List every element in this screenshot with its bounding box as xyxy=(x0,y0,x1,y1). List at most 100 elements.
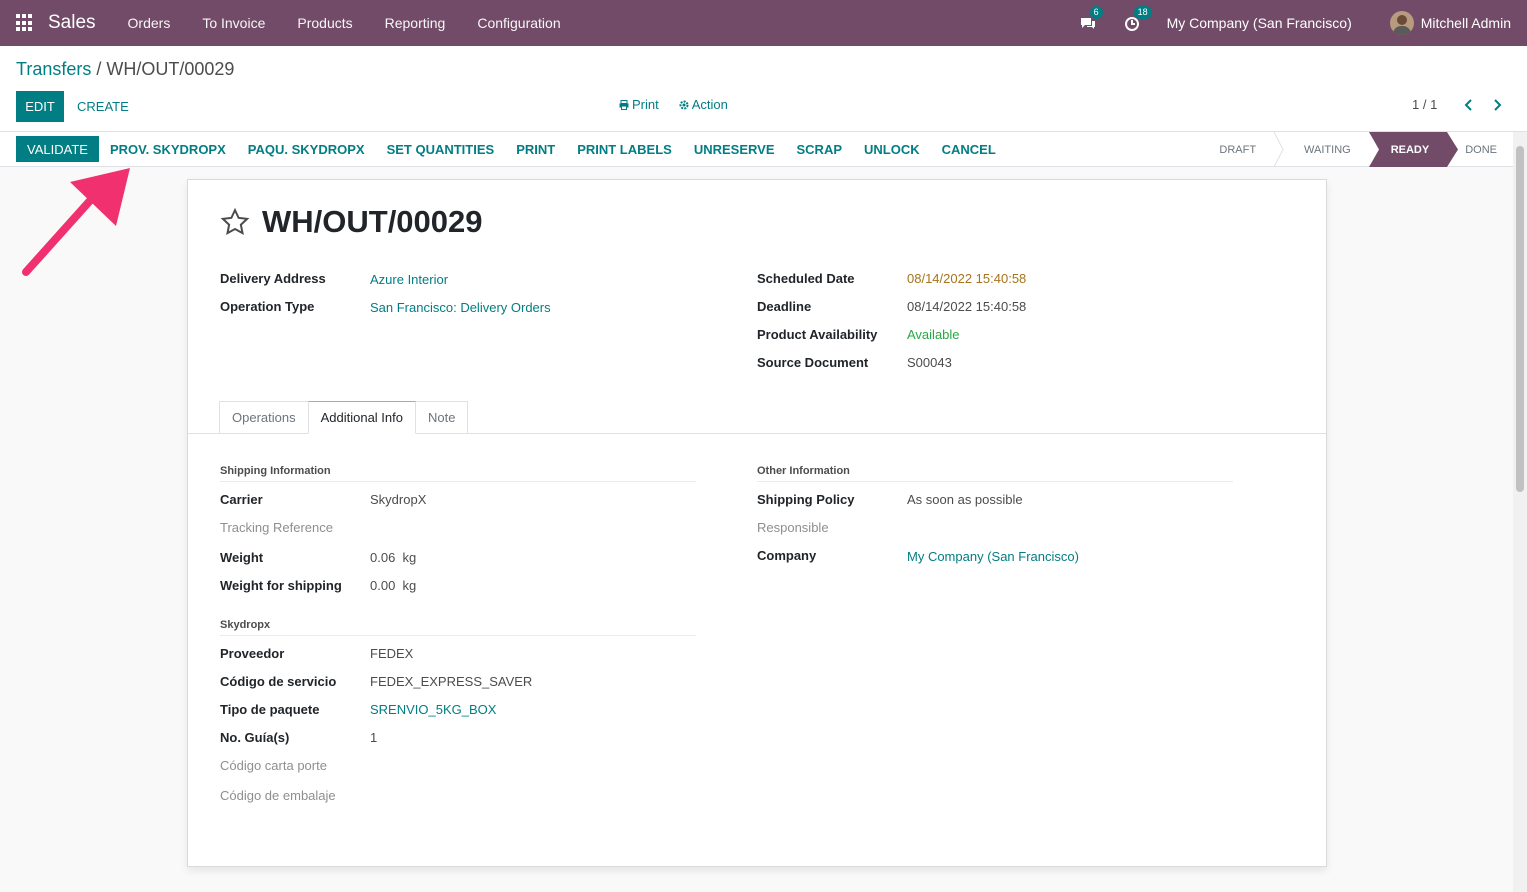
company-value[interactable]: My Company (San Francisco) xyxy=(907,549,1079,564)
breadcrumb-separator: / xyxy=(91,59,107,79)
carrier-label: Carrier xyxy=(220,492,263,507)
no-guias-label: No. Guía(s) xyxy=(220,730,290,745)
tab-operations[interactable]: Operations xyxy=(219,401,309,434)
page-scrollbar[interactable] xyxy=(1513,132,1527,892)
weight-label: Weight xyxy=(220,550,264,565)
user-menu[interactable]: Mitchell Admin xyxy=(1389,11,1511,35)
source-document-label: Source Document xyxy=(757,355,869,370)
company-label: Company xyxy=(757,548,817,563)
shipping-policy-value[interactable]: As soon as possible xyxy=(907,492,1023,507)
shipping-group-divider xyxy=(220,481,696,482)
deadline-label: Deadline xyxy=(757,299,812,314)
stage-arrow-in-icon xyxy=(1368,132,1381,167)
stage-done-label: DONE xyxy=(1465,143,1497,156)
unlock-button[interactable]: UNLOCK xyxy=(853,136,931,162)
form-sheet: WH/OUT/00029 Delivery Address Azure Inte… xyxy=(187,179,1327,867)
stage-draft[interactable]: DRAFT xyxy=(1199,132,1274,167)
breadcrumb-transfers[interactable]: Transfers xyxy=(16,59,91,79)
responsible-label: Responsible xyxy=(757,520,829,535)
print-dropdown[interactable]: Print xyxy=(619,97,659,112)
form-statusbar: VALIDATE PROV. SKYDROPX PAQU. SKYDROPX S… xyxy=(0,132,1513,167)
delivery-address-label: Delivery Address xyxy=(220,271,326,286)
stage-waiting-label: WAITING xyxy=(1304,143,1351,156)
stage-done[interactable]: DONE xyxy=(1459,132,1499,167)
app-name[interactable]: Sales xyxy=(48,12,96,34)
weight-for-shipping-value: 0.00 kg xyxy=(370,578,416,593)
deadline-value: 08/14/2022 15:40:58 xyxy=(907,299,1027,314)
top-navbar: Sales Orders To Invoice Products Reporti… xyxy=(0,0,1527,46)
scrap-button[interactable]: SCRAP xyxy=(786,136,854,162)
product-availability-label: Product Availability xyxy=(757,327,878,342)
operation-type-value[interactable]: San Francisco: Delivery Orders xyxy=(370,300,551,315)
company-switcher[interactable]: My Company (San Francisco) xyxy=(1167,15,1352,31)
chevron-left-icon[interactable] xyxy=(1462,97,1476,113)
weight-unit: kg xyxy=(402,550,417,565)
apps-menu-icon[interactable] xyxy=(16,14,34,32)
weight-for-shipping-number: 0.00 xyxy=(370,578,396,593)
print-labels-button[interactable]: PRINT LABELS xyxy=(566,136,683,162)
skydropx-group-divider xyxy=(220,635,696,636)
menu-item-reporting[interactable]: Reporting xyxy=(369,15,462,31)
stage-waiting[interactable]: WAITING xyxy=(1284,132,1369,167)
printer-icon xyxy=(619,99,629,110)
breadcrumb: Transfers / WH/OUT/00029 xyxy=(16,59,234,80)
set-quantities-button[interactable]: SET QUANTITIES xyxy=(376,136,506,162)
stage-ready-label: READY xyxy=(1390,143,1430,156)
stage-separator-icon xyxy=(1274,132,1284,167)
validate-button[interactable]: VALIDATE xyxy=(16,136,99,162)
paqu-skydropx-button[interactable]: PAQU. SKYDROPX xyxy=(237,136,376,162)
menu-item-configuration[interactable]: Configuration xyxy=(461,15,576,31)
edit-button[interactable]: EDIT xyxy=(16,91,64,122)
prov-skydropx-button[interactable]: PROV. SKYDROPX xyxy=(99,136,237,162)
print-button[interactable]: PRINT xyxy=(505,136,566,162)
scheduled-date-label: Scheduled Date xyxy=(757,271,855,286)
scrollbar-thumb[interactable] xyxy=(1516,146,1524,492)
main-menu: Orders To Invoice Products Reporting Con… xyxy=(112,15,577,31)
breadcrumb-current: WH/OUT/00029 xyxy=(106,59,235,79)
tab-note[interactable]: Note xyxy=(415,401,469,434)
carrier-value[interactable]: SkydropX xyxy=(370,492,426,507)
chevron-right-icon[interactable] xyxy=(1490,97,1504,113)
unreserve-button[interactable]: UNRESERVE xyxy=(683,136,786,162)
codigo-servicio-label: Código de servicio xyxy=(220,674,337,689)
messaging-button[interactable]: 6 xyxy=(1079,6,1103,32)
codigo-embalaje-label: Código de embalaje xyxy=(220,788,336,803)
weight-for-shipping-label: Weight for shipping xyxy=(220,578,342,593)
gear-icon xyxy=(679,100,689,109)
menu-item-orders[interactable]: Orders xyxy=(112,15,187,31)
action-label: Action xyxy=(691,97,728,112)
no-guias-value: 1 xyxy=(370,730,378,745)
control-panel: Transfers / WH/OUT/00029 EDIT CREATE Pri… xyxy=(0,46,1527,132)
stage-ready[interactable]: READY xyxy=(1380,132,1448,167)
tab-additional-info[interactable]: Additional Info xyxy=(307,401,416,434)
cancel-button[interactable]: CANCEL xyxy=(931,136,1007,162)
messages-badge: 6 xyxy=(1089,6,1103,19)
delivery-address-value[interactable]: Azure Interior xyxy=(370,272,448,287)
activities-badge: 18 xyxy=(1133,6,1152,19)
star-icon[interactable] xyxy=(220,207,250,237)
tipo-paquete-value[interactable]: SRENVIO_5KG_BOX xyxy=(370,702,496,717)
record-title: WH/OUT/00029 xyxy=(262,204,483,239)
avatar xyxy=(1389,11,1414,35)
pager-value[interactable]: 1 / 1 xyxy=(1412,97,1437,112)
other-information-title: Other Information xyxy=(757,465,850,477)
weight-value: 0.06 kg xyxy=(370,550,416,565)
menu-item-products[interactable]: Products xyxy=(281,15,368,31)
skydropx-title: Skydropx xyxy=(220,619,271,631)
shipping-information-title: Shipping Information xyxy=(220,465,331,477)
stage-draft-label: DRAFT xyxy=(1219,143,1257,156)
record-title-row: WH/OUT/00029 xyxy=(220,204,483,240)
codigo-servicio-value: FEDEX_EXPRESS_SAVER xyxy=(370,674,533,689)
source-document-value: S00043 xyxy=(907,355,952,370)
weight-number: 0.06 xyxy=(370,550,396,565)
codigo-carta-porte-label: Código carta porte xyxy=(220,758,327,773)
shipping-policy-label: Shipping Policy xyxy=(757,492,855,507)
action-dropdown[interactable]: Action xyxy=(679,97,728,112)
menu-item-to-invoice[interactable]: To Invoice xyxy=(186,15,281,31)
operation-type-label: Operation Type xyxy=(220,299,315,314)
print-label: Print xyxy=(632,97,659,112)
navbar-systray: 6 18 My Company (San Francisco) Mitchell… xyxy=(1079,0,1527,46)
create-button[interactable]: CREATE xyxy=(77,91,129,122)
tracking-reference-label: Tracking Reference xyxy=(220,520,333,535)
activities-button[interactable]: 18 xyxy=(1123,6,1152,32)
